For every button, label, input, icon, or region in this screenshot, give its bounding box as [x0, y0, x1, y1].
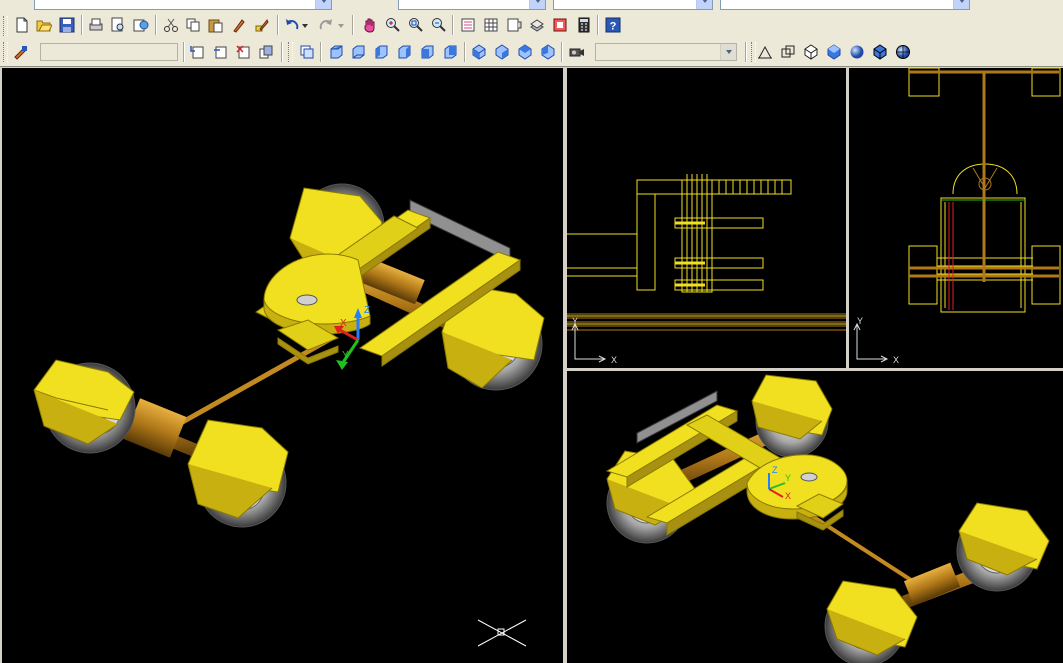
svg-text:Z: Z	[364, 305, 370, 316]
ucs-icon-side	[853, 322, 889, 363]
left-view-icon[interactable]	[371, 42, 391, 62]
sheet-set-icon[interactable]	[527, 15, 547, 35]
ucs-y-label-side: Y	[857, 316, 863, 326]
block-editor-icon[interactable]	[252, 15, 272, 35]
zoom-window-icon[interactable]	[406, 15, 426, 35]
redo-icon[interactable]	[316, 15, 336, 35]
viewport-iso-3d[interactable]: Z Y X	[567, 371, 1063, 663]
main-model-drawing: Z X Y	[33, 183, 545, 647]
calculator-icon[interactable]	[574, 15, 594, 35]
sw-iso-icon[interactable]	[469, 42, 489, 62]
plot-preview-icon[interactable]	[108, 15, 128, 35]
svg-text:X: X	[340, 318, 347, 329]
3d-wireframe-icon[interactable]	[778, 42, 798, 62]
tool-palettes-icon[interactable]	[504, 15, 524, 35]
help-icon[interactable]: ?	[603, 15, 623, 35]
properties-icon[interactable]	[458, 15, 478, 35]
viewport-main-3d[interactable]: Z X Y	[2, 68, 563, 663]
gouraud-edges-icon[interactable]	[893, 42, 913, 62]
layer-delete-icon[interactable]	[233, 42, 253, 62]
ucs-y-label-front: Y	[572, 316, 578, 326]
copy-icon[interactable]	[183, 15, 203, 35]
svg-text:Y: Y	[785, 473, 791, 483]
undo-dropdown[interactable]	[300, 15, 310, 35]
2d-wireframe-icon[interactable]	[755, 42, 775, 62]
svg-text:X: X	[785, 491, 791, 501]
markup-icon[interactable]	[550, 15, 570, 35]
open-icon[interactable]	[34, 15, 54, 35]
svg-text:Y: Y	[342, 350, 349, 361]
side-wireframe-drawing: Y X	[853, 68, 1061, 365]
undo-icon[interactable]	[282, 15, 302, 35]
front-view-icon[interactable]	[417, 42, 437, 62]
workspace-combo[interactable]	[34, 0, 332, 10]
ucs-x-label-front: X	[611, 355, 617, 365]
hidden-icon[interactable]	[801, 42, 821, 62]
pan-icon[interactable]	[360, 15, 380, 35]
flat-edges-icon[interactable]	[870, 42, 890, 62]
paste-icon[interactable]	[205, 15, 225, 35]
cut-icon[interactable]	[161, 15, 181, 35]
text-style-combo[interactable]	[398, 0, 546, 10]
dim-style-combo[interactable]	[553, 0, 713, 10]
back-view-icon[interactable]	[440, 42, 460, 62]
zoom-realtime-icon[interactable]	[383, 15, 403, 35]
view-combo[interactable]	[595, 43, 737, 61]
ne-iso-icon[interactable]	[515, 42, 535, 62]
layer-combo[interactable]	[40, 43, 178, 61]
ucs-x-label-side: X	[893, 355, 899, 365]
make-current-icon[interactable]	[187, 42, 207, 62]
match-properties-icon[interactable]	[229, 15, 249, 35]
layer-properties-icon[interactable]	[11, 42, 31, 62]
design-center-icon[interactable]	[481, 15, 501, 35]
viewport-side-wireframe[interactable]: Y X	[849, 68, 1063, 368]
svg-text:?: ?	[610, 21, 617, 33]
bottom-view-icon[interactable]	[348, 42, 368, 62]
new-icon[interactable]	[12, 15, 32, 35]
plot-icon[interactable]	[86, 15, 106, 35]
named-views-icon[interactable]	[297, 42, 317, 62]
iso-model-drawing: Z Y X	[605, 374, 1050, 663]
views-toolbar	[0, 38, 1063, 67]
front-wireframe-drawing: Y X	[567, 174, 846, 365]
nw-iso-icon[interactable]	[538, 42, 558, 62]
save-icon[interactable]	[57, 15, 77, 35]
svg-text:Z: Z	[772, 465, 778, 475]
flat-shaded-icon[interactable]	[824, 42, 844, 62]
zoom-previous-icon[interactable]	[429, 15, 449, 35]
se-iso-icon[interactable]	[492, 42, 512, 62]
publish-icon[interactable]	[131, 15, 151, 35]
crosshair-cursor	[477, 619, 527, 647]
right-view-icon[interactable]	[394, 42, 414, 62]
top-view-icon[interactable]	[326, 42, 346, 62]
gouraud-shaded-icon[interactable]	[847, 42, 867, 62]
viewport-front-wireframe[interactable]: Y X	[567, 68, 846, 368]
layer-states-icon[interactable]	[256, 42, 276, 62]
standard-toolbar: ?	[0, 0, 1063, 39]
redo-dropdown[interactable]	[336, 15, 346, 35]
table-style-combo[interactable]	[720, 0, 970, 10]
layer-previous-icon[interactable]	[210, 42, 230, 62]
camera-icon[interactable]	[567, 42, 587, 62]
